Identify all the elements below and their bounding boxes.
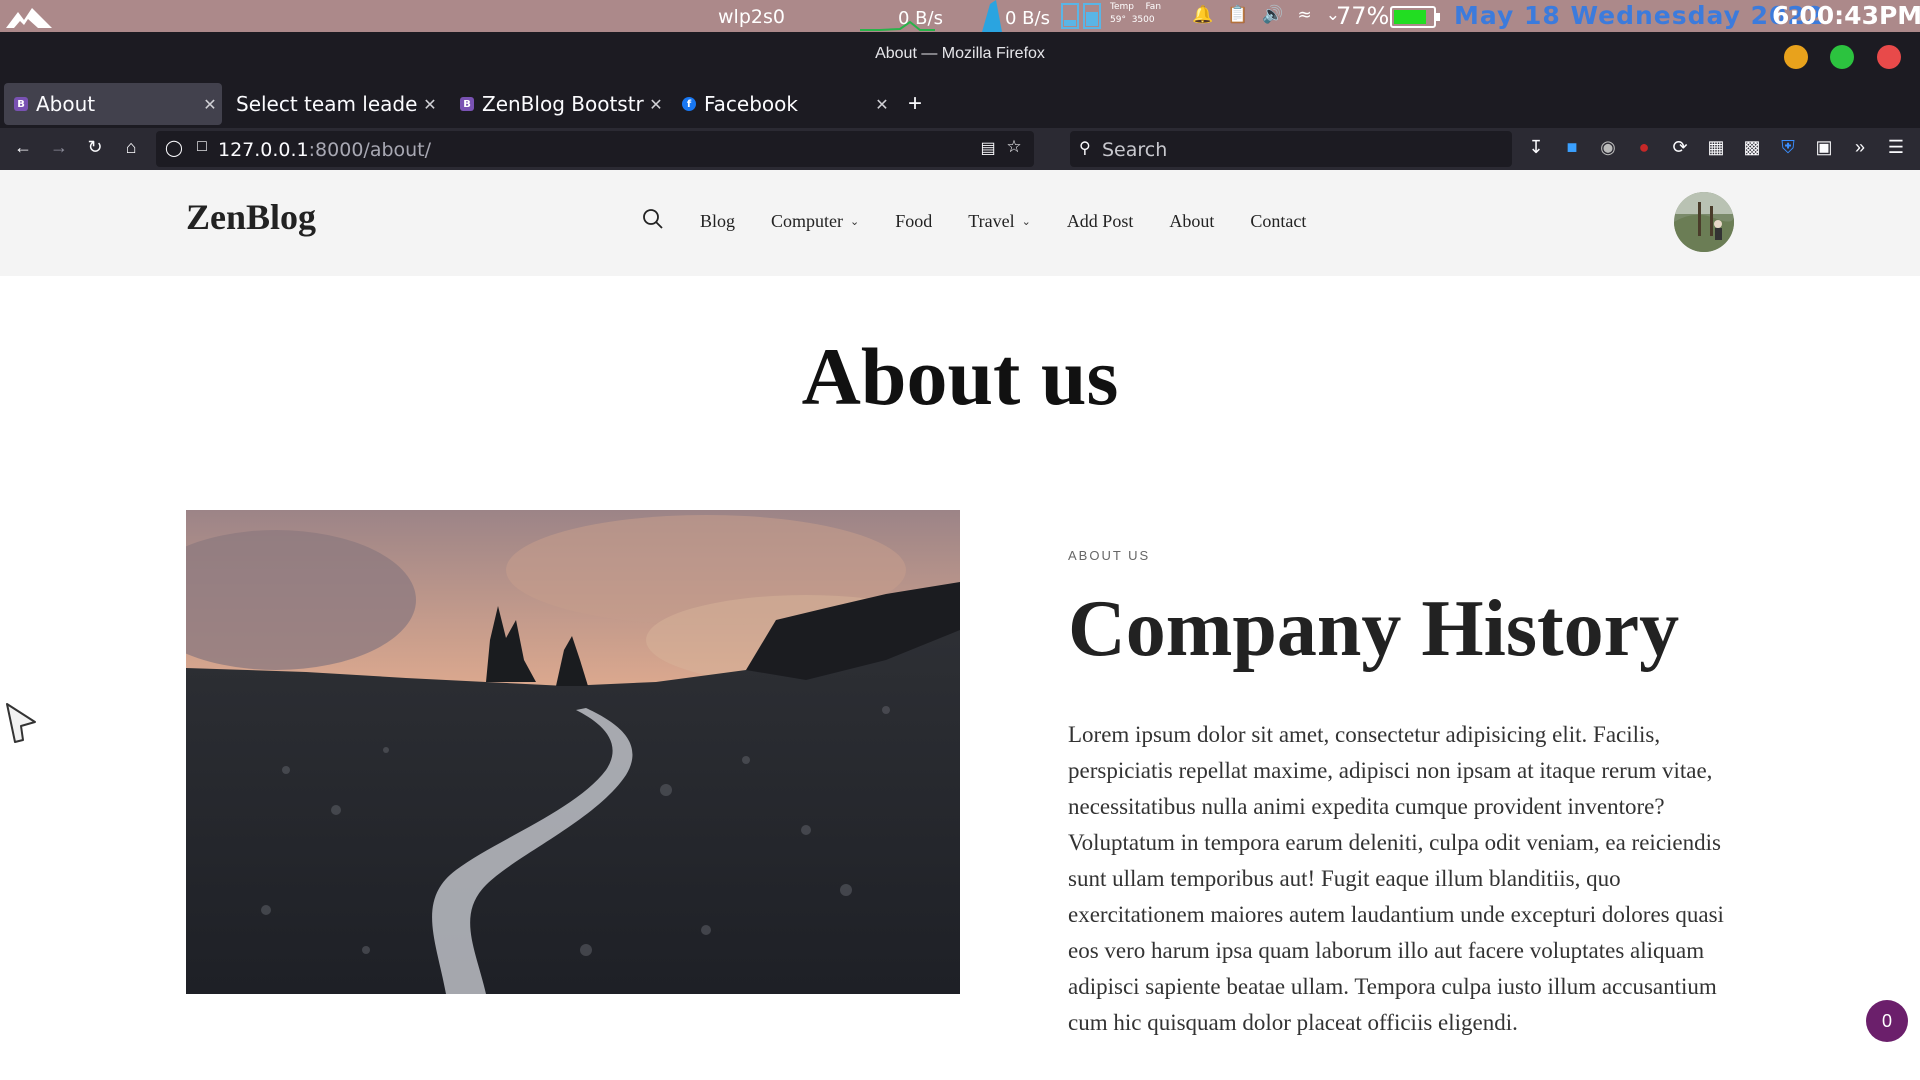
site-header: ZenBlog Blog Computer ⌄ Food Travel ⌄ Add …: [0, 170, 1920, 276]
tab-label: About: [36, 92, 96, 116]
search-icon[interactable]: [642, 208, 664, 230]
bitwarden-icon[interactable]: ⛨: [1776, 137, 1800, 158]
disk-usage-icon: [1061, 3, 1101, 29]
tab-select-team-leader[interactable]: Select team leader to ✕: [226, 83, 442, 125]
nav-label: Food: [895, 210, 933, 231]
facebook-favicon-icon: f: [682, 97, 696, 111]
section-eyebrow: ABOUT US: [1068, 548, 1151, 563]
bell-icon[interactable]: 🔔: [1192, 5, 1213, 25]
tab-zenblog-bootstrap[interactable]: B ZenBlog Bootstrap ✕: [450, 83, 668, 125]
tab-label: ZenBlog Bootstrap: [482, 92, 644, 116]
tab-label: Select team leader to: [236, 92, 418, 116]
url-text[interactable]: 127.0.0.1:8000/about/: [218, 139, 431, 161]
page-info-icon[interactable]: □: [190, 138, 214, 156]
bookmark-star-icon[interactable]: ☆: [1002, 137, 1026, 157]
maximize-button[interactable]: [1830, 45, 1854, 69]
nav-travel[interactable]: Travel ⌄: [968, 211, 1031, 232]
downloads-icon[interactable]: ↧: [1524, 137, 1548, 158]
extension-c-icon[interactable]: ⟳: [1668, 137, 1692, 158]
battery-icon[interactable]: [1390, 6, 1440, 28]
temp-label: Temp: [1110, 2, 1134, 12]
close-window-button[interactable]: [1877, 45, 1901, 69]
minimize-button[interactable]: [1784, 45, 1808, 69]
tab-facebook[interactable]: f Facebook ✕: [672, 83, 894, 125]
nav-label: Blog: [700, 210, 736, 231]
fan-label: Fan: [1145, 2, 1162, 12]
url-path: :8000/about/: [308, 139, 432, 161]
temp-fan-readout: Temp Fan 59° 3500: [1110, 1, 1161, 27]
url-bar[interactable]: ◯ □ 127.0.0.1:8000/about/ ▤ ☆: [156, 131, 1034, 167]
extension-e-icon[interactable]: ▣: [1812, 137, 1836, 158]
search-placeholder: Search: [1102, 139, 1168, 161]
volume-icon[interactable]: 🔊: [1262, 5, 1283, 25]
tab-strip: B About ✕ Select team leader to ✕ B ZenB…: [0, 80, 1920, 128]
user-avatar[interactable]: [1674, 192, 1734, 252]
site-logo[interactable]: ZenBlog: [186, 196, 316, 238]
search-icon: ⚲: [1079, 140, 1091, 157]
window-titlebar: About — Mozilla Firefox: [0, 32, 1920, 80]
nav-contact[interactable]: Contact: [1250, 211, 1306, 232]
chevron-down-icon: ⌄: [1021, 215, 1031, 228]
new-tab-button[interactable]: +: [908, 90, 922, 118]
close-tab-icon[interactable]: ✕: [870, 95, 894, 114]
hamburger-menu-icon[interactable]: ☰: [1884, 137, 1908, 158]
window-title: About — Mozilla Firefox: [875, 45, 1045, 62]
reload-icon[interactable]: ↻: [83, 137, 107, 158]
network-monitor: wlp2s0: [718, 6, 785, 28]
nav-computer[interactable]: Computer ⌄: [771, 211, 859, 232]
search-bar[interactable]: ⚲ Search: [1070, 131, 1512, 167]
landscape-photo: [186, 510, 960, 994]
nav-add-post[interactable]: Add Post: [1067, 211, 1134, 232]
notification-count-badge[interactable]: 0: [1866, 1000, 1908, 1042]
overflow-chevron-icon[interactable]: »: [1848, 137, 1872, 158]
upload-rate: 0 B/s: [1005, 8, 1050, 29]
tab-label: Facebook: [704, 92, 798, 116]
navigation-toolbar: ← → ↻ ⌂ ◯ □ 127.0.0.1:8000/about/ ▤ ☆ ⚲ …: [0, 128, 1920, 170]
time-display[interactable]: 6:00:43PM: [1772, 1, 1920, 30]
bootstrap-favicon-icon: B: [460, 97, 474, 111]
nav-blog[interactable]: Blog: [700, 211, 735, 232]
nav-label: Computer: [771, 210, 844, 231]
fan-value: 3500: [1131, 15, 1155, 25]
ublock-icon[interactable]: ●: [1632, 137, 1656, 158]
mountain-logo-icon[interactable]: [6, 6, 52, 28]
date-display[interactable]: May 18 Wednesday 2022: [1454, 1, 1824, 30]
chevron-down-icon: ⌄: [850, 215, 860, 228]
url-host: 127.0.0.1: [218, 139, 309, 161]
nav-label: Contact: [1250, 210, 1307, 231]
tab-about[interactable]: B About ✕: [4, 83, 222, 125]
nav-about[interactable]: About: [1169, 211, 1214, 232]
system-top-panel: wlp2s0 0 B/s 0 B/s Temp Fan 59° 3500 🔔 📋…: [0, 0, 1920, 32]
bootstrap-favicon-icon: B: [14, 97, 28, 111]
nav-label: Travel: [968, 210, 1015, 231]
network-interface-label: wlp2s0: [718, 6, 785, 28]
temp-value: 59°: [1110, 15, 1126, 25]
section-body: Lorem ipsum dolor sit amet, consectetur …: [1068, 722, 1724, 1035]
close-tab-icon[interactable]: ✕: [418, 95, 442, 114]
clipboard-icon[interactable]: 📋: [1227, 5, 1248, 25]
nav-food[interactable]: Food: [895, 211, 932, 232]
battery-percent: 77%: [1336, 2, 1390, 30]
extension-d-icon[interactable]: ▩: [1740, 137, 1764, 158]
tray-icons: 🔔 📋 🔊 ≈ ⌄: [1192, 5, 1340, 25]
shield-icon[interactable]: ◯: [162, 138, 186, 158]
page-title: About us: [801, 331, 1119, 422]
close-tab-icon[interactable]: ✕: [198, 95, 222, 114]
home-icon[interactable]: ⌂: [119, 137, 143, 158]
download-rate: 0 B/s: [898, 8, 943, 29]
nav-label: Add Post: [1066, 210, 1134, 231]
reader-view-icon[interactable]: ▤: [976, 138, 1000, 158]
nav-label: About: [1169, 210, 1215, 231]
section-title: Company History: [1068, 585, 1680, 673]
wifi-icon[interactable]: ≈: [1298, 5, 1312, 25]
library-icon[interactable]: ▦: [1704, 137, 1728, 158]
site-nav: Blog Computer ⌄ Food Travel ⌄ Add Post Abo…: [642, 208, 1342, 232]
network-graph: 0 B/s 0 B/s: [860, 0, 1050, 32]
back-arrow-icon[interactable]: ←: [11, 137, 35, 158]
extension-a-icon[interactable]: ■: [1560, 137, 1584, 158]
close-tab-icon[interactable]: ✕: [644, 95, 668, 114]
extension-b-icon[interactable]: ◉: [1596, 137, 1620, 158]
cursor-icon: [6, 703, 36, 743]
forward-arrow-icon[interactable]: →: [47, 137, 71, 158]
